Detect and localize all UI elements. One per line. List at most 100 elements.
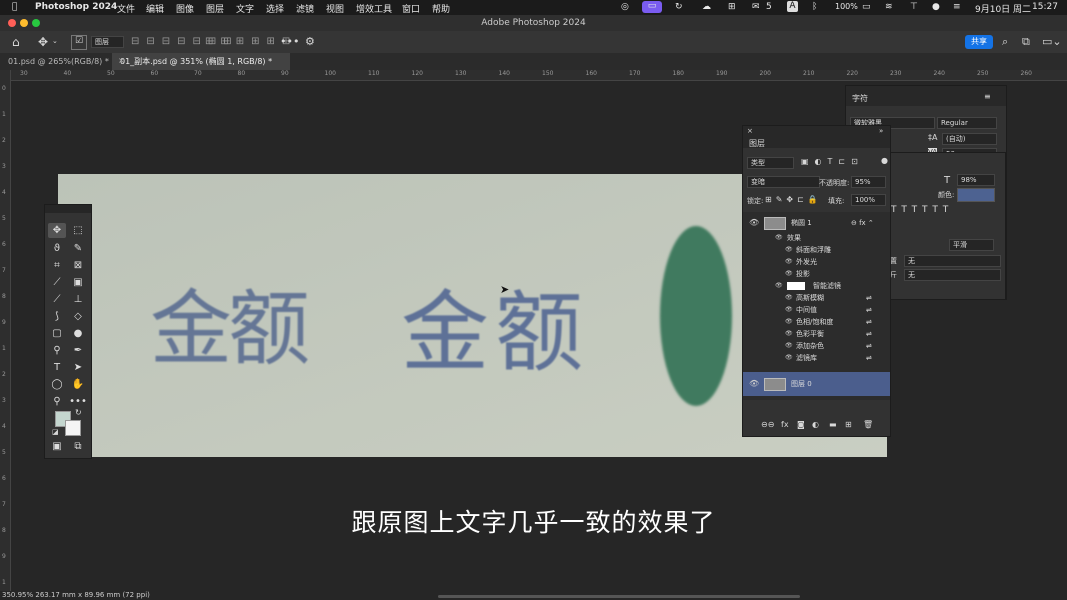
smart-filter-row[interactable]: 👁 中间值 ⇌ [743, 304, 890, 316]
visibility-eye-icon[interactable]: 👁 [785, 340, 793, 352]
visibility-eye-icon[interactable]: 👁 [749, 372, 759, 396]
zoom-tool-icon[interactable]: ⚲ [48, 394, 66, 409]
healing-tool-icon[interactable]: ▣ [69, 275, 87, 290]
tab-01-copy-psd[interactable]: 01_副本.psd @ 351% (椭圆 1, RGB/8) * [112, 53, 290, 70]
user-icon[interactable]: ● [932, 2, 940, 12]
quick-select-tool-icon[interactable]: ✎ [69, 241, 87, 256]
marquee-tool-icon[interactable]: ⬚ [69, 223, 87, 238]
frame-tool-icon[interactable]: ⊠ [69, 258, 87, 273]
wechat-icon[interactable]: ✉ [752, 2, 760, 12]
visibility-eye-icon[interactable]: 👁 [775, 280, 783, 292]
menu-help[interactable]: 帮助 [432, 2, 450, 15]
move-tool-icon[interactable]: ✥ [38, 35, 48, 49]
visibility-eye-icon[interactable]: 👁 [785, 292, 793, 304]
menu-layer[interactable]: 图层 [206, 2, 224, 15]
horizontal-scrollbar[interactable] [438, 595, 800, 598]
visibility-eye-icon[interactable]: 👁 [785, 268, 793, 280]
gradient-tool-icon[interactable]: ▢ [48, 326, 66, 341]
panel-menu-icon[interactable]: ≡ [984, 92, 991, 101]
effect-row[interactable]: 👁 投影 [743, 268, 890, 280]
battery-icon[interactable]: ▭ [862, 2, 871, 12]
filter-blending-options-icon[interactable]: ⇌ [866, 304, 872, 316]
visibility-eye-icon[interactable]: 👁 [785, 352, 793, 364]
new-layer-icon[interactable]: ⊞ [845, 420, 852, 429]
effect-row[interactable]: 👁 效果 [743, 232, 890, 244]
crop-tool-icon[interactable]: ⌗ [48, 258, 66, 273]
ellipse-tool-icon[interactable]: ◯ [48, 377, 66, 392]
cloud-icon[interactable]: ☁ [702, 2, 711, 12]
quick-mask-icon[interactable]: ▣ [48, 439, 66, 454]
collapse-panel-icon[interactable]: » [879, 127, 883, 135]
adjustment-layer-icon[interactable]: ◐ [812, 420, 819, 429]
more-options-icon[interactable]: ••• [280, 35, 299, 48]
auto-select-target[interactable]: 图层 [91, 36, 124, 48]
auto-select-checkbox[interactable]: ☑ [71, 35, 87, 50]
bluetooth-icon[interactable]: ᛒ [812, 2, 817, 12]
close-panel-icon[interactable]: × [747, 127, 753, 135]
menu-window[interactable]: 窗口 [402, 2, 420, 15]
filter-blending-options-icon[interactable]: ⇌ [866, 340, 872, 352]
wifi-icon[interactable]: ≋ [885, 2, 893, 12]
visibility-eye-icon[interactable]: 👁 [785, 304, 793, 316]
layer-filter-select[interactable]: 类型 [747, 157, 794, 169]
pen-tool-icon[interactable]: ✒ [69, 343, 87, 358]
path-select-tool-icon[interactable]: ➤ [69, 360, 87, 375]
dodge-tool-icon[interactable]: ⚲ [48, 343, 66, 358]
chevron-down-icon[interactable]: ⌄ [52, 37, 58, 45]
tab-01-psd[interactable]: 01.psd @ 265%(RGB/8) * [0, 53, 124, 70]
learn-icon[interactable]: ⧉ [1022, 35, 1030, 49]
visibility-eye-icon[interactable]: 👁 [785, 316, 793, 328]
filter-blending-options-icon[interactable]: ⇌ [866, 352, 872, 364]
input-source[interactable]: A [787, 1, 798, 12]
pin-icon[interactable]: ⊤ [910, 2, 918, 12]
leading-field[interactable]: (自动) [942, 133, 997, 145]
add-mask-icon[interactable]: ◙ [797, 420, 805, 429]
effect-row[interactable]: 👁 外发光 [743, 256, 890, 268]
smart-filter-row[interactable]: 👁 色彩平衡 ⇌ [743, 328, 890, 340]
language-select-2[interactable]: 无 [904, 269, 1001, 281]
screen-mode-icon[interactable]: ⧉ [69, 439, 87, 454]
menu-edit[interactable]: 编辑 [146, 2, 164, 15]
hand-tool-icon[interactable]: ✋ [69, 377, 87, 392]
move-tool-icon[interactable]: ✥ [48, 223, 66, 238]
language-select-1[interactable]: 无 [904, 255, 1001, 267]
stamp-tool-icon[interactable]: ⊥ [69, 292, 87, 307]
blur-tool-icon[interactable]: ● [69, 326, 87, 341]
vertical-scale-field[interactable]: 98% [957, 174, 995, 186]
visibility-eye-icon[interactable]: 👁 [785, 328, 793, 340]
screen-record-icon[interactable]: ▭ [642, 1, 662, 13]
lasso-tool-icon[interactable]: ϑ [48, 241, 66, 256]
menu-view[interactable]: 视图 [326, 2, 344, 15]
visibility-eye-icon[interactable]: 👁 [749, 214, 759, 232]
swap-colors-icon[interactable]: ↻ [75, 408, 82, 417]
filter-toggle-icon[interactable]: ● [881, 156, 888, 165]
history-brush-tool-icon[interactable]: ⟆ [48, 309, 66, 324]
visibility-eye-icon[interactable]: 👁 [775, 232, 783, 244]
sync-icon[interactable]: ↻ [675, 2, 683, 12]
brush-tool-icon[interactable]: ⟋ [48, 292, 66, 307]
gear-icon[interactable]: ⚙ [305, 35, 315, 48]
delete-layer-icon[interactable]: 🗑 [863, 420, 873, 429]
layer-row[interactable]: 👁 椭圆 1 ⊖ fx ⌃ [743, 214, 890, 232]
layers-panel-title[interactable]: 图层 [749, 138, 765, 149]
menu-filter[interactable]: 滤镜 [296, 2, 314, 15]
link-layers-icon[interactable]: ⊖⊖ [761, 420, 774, 429]
smart-filter-row[interactable]: 👁 滤镜库 ⇌ [743, 352, 890, 364]
app-menu[interactable]: Photoshop 2024 [35, 2, 117, 12]
more-tools-icon[interactable]: ••• [69, 394, 87, 409]
lock-icons[interactable]: ⊞✎✥⊏🔒 [765, 195, 822, 204]
menu-file[interactable]: 文件 [117, 2, 135, 15]
layer-style-icon[interactable]: fx [781, 420, 789, 429]
close-tab-icon[interactable]: × [118, 56, 125, 65]
menu-type[interactable]: 文字 [236, 2, 254, 15]
filter-blending-options-icon[interactable]: ⇌ [866, 292, 872, 304]
new-group-icon[interactable]: ▬ [829, 420, 837, 429]
menu-image[interactable]: 图像 [176, 2, 194, 15]
eyedropper-tool-icon[interactable]: ⟋ [48, 275, 66, 290]
control-icon[interactable]: ⊞ [728, 2, 736, 12]
smart-filter-row[interactable]: 👁 色相/饱和度 ⇌ [743, 316, 890, 328]
opacity-field[interactable]: 95% [851, 176, 886, 188]
fill-field[interactable]: 100% [851, 194, 886, 206]
home-icon[interactable]: ⌂ [12, 35, 20, 49]
apple-menu-icon[interactable]:  [12, 2, 17, 12]
